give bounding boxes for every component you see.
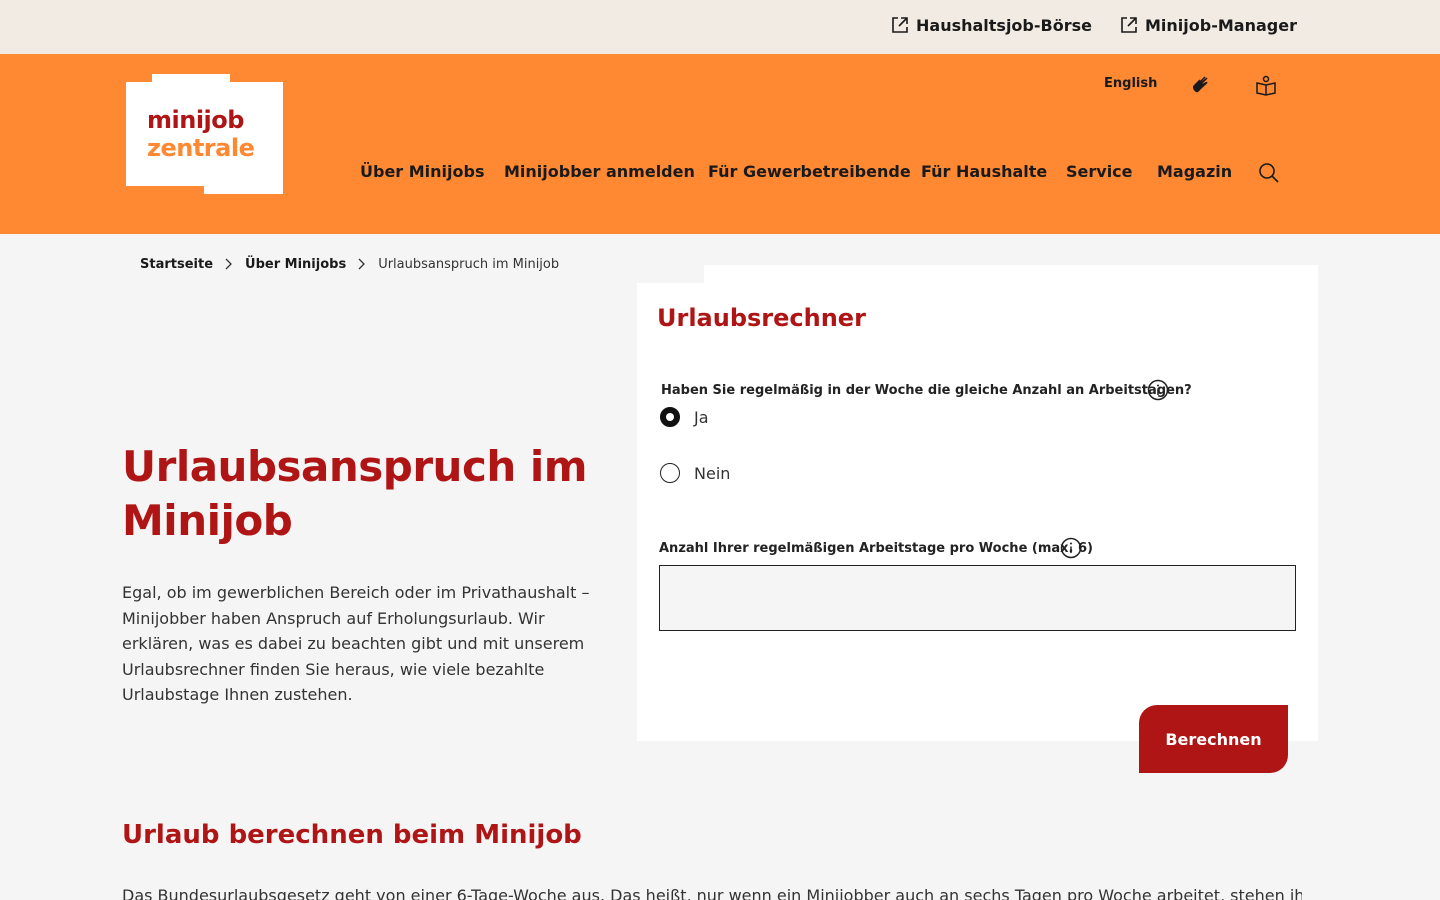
- nav-fuer-haushalte[interactable]: Für Haushalte: [921, 162, 1047, 184]
- radio-button-nein[interactable]: [660, 463, 680, 483]
- hero-intro-text: Egal, ob im gewerblichen Bereich oder im…: [122, 583, 590, 704]
- logo-line-1: minijob: [147, 106, 244, 134]
- breadcrumb-ueber-minijobs[interactable]: Über Minijobs: [245, 257, 346, 272]
- nav-service[interactable]: Service: [1066, 162, 1133, 184]
- question-same-days-label: Haben Sie regelmäßig in der Woche die gl…: [661, 383, 1192, 398]
- breadcrumb-current: Urlaubsanspruch im Minijob: [378, 256, 560, 272]
- page-title: Urlaubsanspruch im Minijob: [122, 442, 588, 545]
- urlaubsrechner-card: [637, 265, 1318, 741]
- breadcrumb: Startseite Über Minijobs Urlaubsanspruch…: [140, 254, 559, 274]
- radio-button-ja[interactable]: [660, 407, 680, 427]
- section-title: Urlaub berechnen beim Minijob: [122, 820, 582, 850]
- nav-magazin[interactable]: Magazin: [1157, 162, 1232, 184]
- chevron-right-icon: [358, 258, 366, 270]
- easy-language-book-icon[interactable]: [1255, 74, 1277, 96]
- external-link-icon: [892, 17, 908, 33]
- info-icon[interactable]: [1060, 537, 1082, 559]
- minijob-zentrale-logo[interactable]: minijob zentrale: [126, 74, 283, 194]
- radio-option-ja[interactable]: Ja: [660, 405, 709, 429]
- radio-label-ja: Ja: [694, 407, 709, 427]
- logo-line-2: zentrale: [147, 134, 255, 162]
- section-text: Das Bundesurlaubsgesetz geht von einer 6…: [122, 886, 1302, 900]
- radio-option-nein[interactable]: Nein: [660, 461, 730, 485]
- top-utility-bar: Haushaltsjob-Börse Minijob-Manager: [0, 0, 1440, 54]
- haushaltsjob-boerse-link[interactable]: Haushaltsjob-Börse: [890, 13, 1092, 37]
- minijob-manager-label: Minijob-Manager: [1145, 15, 1297, 35]
- berechnen-button[interactable]: Berechnen: [1139, 705, 1288, 773]
- breadcrumb-startseite[interactable]: Startseite: [140, 257, 213, 272]
- chevron-right-icon: [225, 258, 232, 270]
- external-link-icon: [1121, 17, 1137, 33]
- nav-ueber-minijobs[interactable]: Über Minijobs: [360, 162, 485, 184]
- calculator-title: Urlaubsrechner: [657, 304, 866, 332]
- nav-minijobber-anmelden[interactable]: Minijobber anmelden: [504, 162, 695, 184]
- haushaltsjob-boerse-label: Haushaltsjob-Börse: [916, 15, 1092, 35]
- search-icon[interactable]: [1258, 162, 1280, 184]
- radio-label-nein: Nein: [694, 463, 731, 483]
- minijob-manager-link[interactable]: Minijob-Manager: [1119, 13, 1297, 37]
- sign-language-icon[interactable]: [1190, 74, 1212, 96]
- question-workdays-label: Anzahl Ihrer regelmäßigen Arbeitstage pr…: [659, 541, 1094, 556]
- card-tab-notch: [637, 265, 704, 283]
- site-header: minijob zentrale English Über Minijobs M…: [0, 54, 1440, 234]
- info-icon[interactable]: [1147, 379, 1169, 401]
- workdays-input[interactable]: [659, 565, 1296, 631]
- language-switch-english[interactable]: English: [1104, 76, 1157, 96]
- nav-fuer-gewerbetreibende[interactable]: Für Gewerbetreibende: [708, 162, 911, 184]
